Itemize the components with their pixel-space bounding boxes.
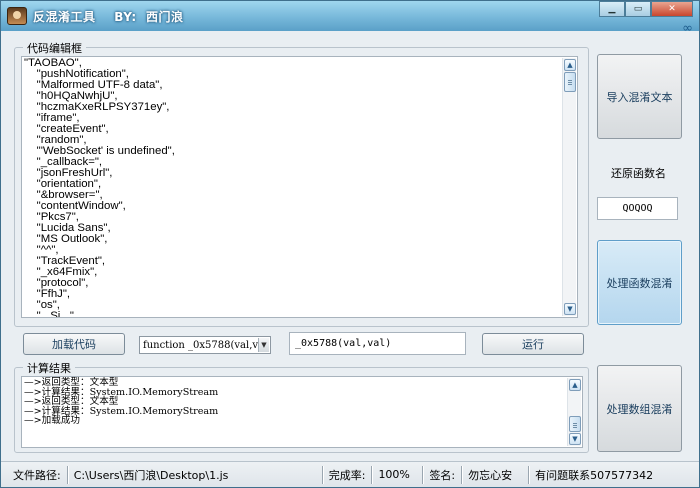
- result-output[interactable]: —>返回类型：文本型 —>计算结果：System.IO.MemoryStream —…: [21, 376, 583, 448]
- result-scrollbar[interactable]: ▲ ▼: [567, 378, 581, 446]
- run-button[interactable]: 运行: [482, 333, 584, 355]
- result-line: —>加载成功: [24, 415, 81, 427]
- code-line: "os",: [24, 299, 60, 311]
- result-group-title: 计算结果: [23, 360, 75, 376]
- code-line: "contentWindow",: [24, 200, 126, 212]
- status-bar: 文件路径: C:\Users\西门浪\Desktop\1.js 完成率: 100…: [1, 461, 699, 487]
- app-window: 反混淆工具 BY: 西门浪 ▁ ▭ ✕ ∞ 代码编辑框 "TAOBAO", "p…: [0, 0, 700, 488]
- window-controls: ▁ ▭ ✕: [599, 1, 693, 17]
- file-path-value: C:\Users\西门浪\Desktop\1.js: [73, 468, 229, 482]
- minimize-button[interactable]: ▁: [599, 1, 625, 17]
- code-editor[interactable]: "TAOBAO", "pushNotification", "Malformed…: [21, 56, 578, 318]
- scroll-up-button[interactable]: ▲: [564, 59, 576, 71]
- scroll-thumb[interactable]: [564, 72, 576, 92]
- signature-label: 签名:: [429, 468, 456, 482]
- function-call-input[interactable]: _0x5788(val,val): [289, 332, 466, 355]
- signature-value: 勿忘心安: [468, 468, 513, 482]
- completion-rate-label: 完成率:: [328, 468, 366, 482]
- restore-func-name-label: 还原函数名: [611, 167, 666, 180]
- scroll-down-button[interactable]: ▼: [564, 303, 576, 315]
- code-line: "jsonFreshUrl",: [24, 167, 113, 179]
- editor-scrollbar[interactable]: ▲ ▼: [562, 58, 576, 316]
- restore-button[interactable]: ▭: [625, 1, 651, 17]
- status-divider: [66, 465, 68, 484]
- restore-func-name-input[interactable]: QOQOQ: [597, 197, 678, 220]
- status-divider: [461, 465, 463, 484]
- status-divider: [528, 465, 530, 484]
- code-line: "...Si...": [24, 310, 74, 318]
- function-select[interactable]: function _0x5788(val,v ▼: [139, 336, 271, 354]
- process-array-obfuscation-button[interactable]: 处理数组混淆: [597, 365, 682, 452]
- code-line: "FfhJ",: [24, 288, 71, 300]
- code-line: "protocol",: [24, 277, 89, 289]
- status-divider: [321, 465, 323, 484]
- code-editor-text[interactable]: "TAOBAO", "pushNotification", "Malformed…: [24, 57, 559, 318]
- code-line: "MS Outlook",: [24, 233, 108, 245]
- chevron-down-icon[interactable]: ▼: [258, 338, 269, 352]
- contact-info: 有问题联系507577342: [535, 468, 654, 482]
- window-title: 反混淆工具 BY: 西门浪: [33, 10, 184, 24]
- infinity-icon[interactable]: ∞: [682, 21, 693, 36]
- code-line: "hczmaKxeRLPSY371ey",: [24, 101, 170, 113]
- status-divider: [422, 465, 424, 484]
- status-divider: [371, 465, 373, 484]
- result-scroll-up-button[interactable]: ▲: [569, 379, 581, 391]
- result-output-text: —>返回类型：文本型 —>计算结果：System.IO.MemoryStream —…: [24, 378, 218, 426]
- app-avatar-icon: [7, 7, 27, 25]
- code-line: "TrackEvent",: [24, 255, 106, 267]
- editor-group-title: 代码编辑框: [23, 40, 86, 56]
- title-bar[interactable]: 反混淆工具 BY: 西门浪 ▁ ▭ ✕ ∞: [1, 1, 699, 36]
- close-button[interactable]: ✕: [651, 1, 693, 17]
- code-line: "createEvent",: [24, 123, 109, 135]
- code-line: "'WebSocket' is undefined",: [24, 145, 175, 157]
- file-path-label: 文件路径:: [13, 468, 61, 482]
- code-line: "_x64Fmix",: [24, 266, 98, 278]
- result-scroll-down-button[interactable]: ▼: [569, 433, 581, 445]
- function-select-value: function _0x5788(val,v: [143, 339, 259, 351]
- completion-rate-value: 100%: [378, 468, 410, 481]
- load-code-button[interactable]: 加载代码: [23, 333, 125, 355]
- process-function-obfuscation-button[interactable]: 处理函数混淆: [597, 240, 682, 325]
- result-scroll-thumb[interactable]: [569, 416, 581, 432]
- import-obfuscated-text-button[interactable]: 导入混淆文本: [597, 54, 682, 139]
- code-line: "orientation",: [24, 178, 102, 190]
